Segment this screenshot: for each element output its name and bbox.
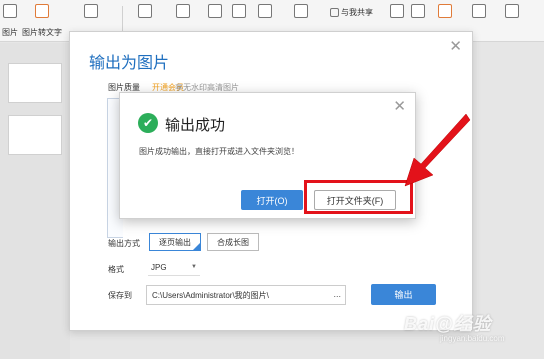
toolbar-item-phone-remote[interactable] <box>472 4 486 18</box>
format-label: 格式 <box>108 265 124 274</box>
watermark-logo: Bai@经验 <box>404 314 492 334</box>
format-select[interactable]: JPG ▼ <box>148 259 200 276</box>
slides-icon <box>208 4 222 18</box>
open-button[interactable]: 打开(O) <box>241 190 303 210</box>
save-path-field[interactable]: C:\Users\Administrator\我的图片\ ... <box>146 285 346 305</box>
success-message: 图片成功输出，直接打开或进入文件夹浏览！ <box>139 147 299 156</box>
close-icon[interactable]: ✕ <box>393 99 406 114</box>
export-button[interactable]: 输出 <box>371 284 436 305</box>
browse-button[interactable]: ... <box>333 289 341 299</box>
picture-icon <box>3 4 17 18</box>
open-folder-button[interactable]: 打开文件夹(F) <box>314 190 396 210</box>
check-circle-icon: ✔ <box>138 113 158 133</box>
toolbar-item-presentation-tools[interactable] <box>505 4 519 18</box>
toolbar-item-present[interactable] <box>390 4 404 18</box>
save-to-label: 保存到 <box>108 291 132 300</box>
slide-thumbnail-pane <box>0 43 70 359</box>
present-icon <box>390 4 404 18</box>
toolbar-item-insert[interactable] <box>138 4 152 18</box>
toolbar-item-notes[interactable] <box>232 4 246 18</box>
toolbar-item-pen[interactable] <box>438 4 452 18</box>
toolbar-item-mic[interactable] <box>411 4 425 18</box>
share-with-me[interactable]: 与我共享 <box>330 7 373 18</box>
image-to-text-icon <box>35 4 49 18</box>
mode-label: 输出方式 <box>108 239 140 248</box>
pen-icon <box>438 4 452 18</box>
mode-long-image-button[interactable]: 合成长图 <box>207 233 259 251</box>
toolbar-item-image-to-text[interactable]: 图片转文字 <box>22 4 62 38</box>
toolbar-item-doc[interactable] <box>84 4 98 18</box>
share-doc-icon <box>330 8 339 17</box>
notes-icon <box>232 4 246 18</box>
export-success-dialog: ✔ 输出成功 ✕ 图片成功输出，直接打开或进入文件夹浏览！ 打开(O) 打开文件… <box>119 92 416 219</box>
page-icon <box>294 4 308 18</box>
presentation-tools-icon <box>505 4 519 18</box>
image-icon <box>176 4 190 18</box>
toolbar-item-edit[interactable] <box>258 4 272 18</box>
close-icon[interactable]: ✕ <box>449 39 462 54</box>
chevron-down-icon: ▼ <box>191 264 197 270</box>
insert-icon <box>138 4 152 18</box>
toolbar-item-image[interactable] <box>176 4 190 18</box>
success-title: 输出成功 <box>165 117 226 134</box>
mic-icon <box>411 4 425 18</box>
mode-single-page-button[interactable]: 逐页输出 <box>149 233 201 251</box>
dialog-title: 输出为图片 <box>89 55 170 72</box>
edit-icon <box>258 4 272 18</box>
toolbar-item-page[interactable] <box>294 4 308 18</box>
doc-icon <box>84 4 98 18</box>
slide-thumbnail[interactable] <box>8 115 62 155</box>
toolbar-item-slides[interactable] <box>208 4 222 18</box>
phone-remote-icon <box>472 4 486 18</box>
toolbar-item-picture[interactable]: 图片 <box>2 4 18 38</box>
watermark-url: jingyan.baidu.com <box>440 334 505 343</box>
slide-thumbnail[interactable] <box>8 63 62 103</box>
